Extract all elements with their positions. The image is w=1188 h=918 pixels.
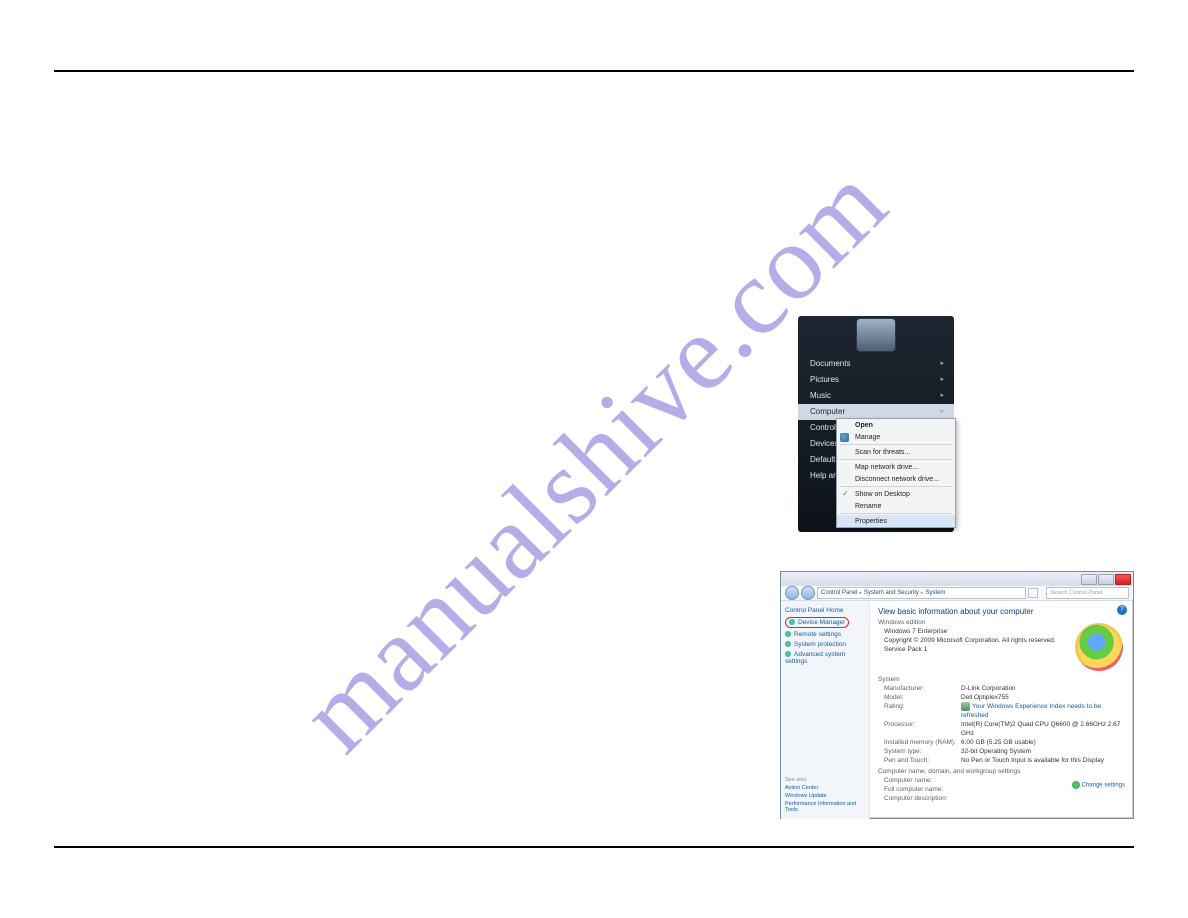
see-also: See also Action Center Windows Update Pe… — [785, 771, 865, 813]
crumb[interactable]: Control Panel — [821, 590, 857, 596]
shield-icon — [840, 433, 849, 442]
start-item-documents[interactable]: Documents ▸ — [798, 356, 954, 372]
ctx-open[interactable]: Open — [837, 419, 955, 431]
manufacturer-value: D-Link Corporation — [961, 684, 1125, 693]
description-label: Computer description: — [884, 794, 958, 803]
chevron-right-icon: ▸ — [940, 406, 944, 418]
ctx-rename[interactable]: Rename — [837, 500, 955, 512]
processor-value: Intel(R) Core(TM)2 Quad CPU Q6600 @ 2.66… — [961, 720, 1125, 738]
forward-button[interactable] — [801, 586, 815, 600]
check-icon: ✓ — [842, 489, 849, 498]
user-avatar — [856, 318, 896, 352]
description-value — [961, 794, 1125, 803]
ctx-map-drive[interactable]: Map network drive... — [837, 461, 955, 473]
rating-text: Your Windows Experience Index needs to b… — [961, 703, 1101, 719]
rating-link[interactable]: Your Windows Experience Index needs to b… — [961, 702, 1125, 720]
device-manager-link[interactable]: Device Manager — [785, 617, 849, 628]
ctx-show-desktop[interactable]: ✓ Show on Desktop — [837, 488, 955, 500]
windows-logo-icon — [1075, 623, 1123, 671]
crumb[interactable]: System and Security — [864, 590, 919, 596]
left-tasks-pane: Control Panel Home Device Manager Remote… — [781, 601, 870, 819]
full-name-label: Full computer name: — [884, 785, 958, 794]
ctx-properties[interactable]: Properties — [837, 515, 955, 527]
close-button[interactable] — [1115, 574, 1131, 585]
ctx-disconnect-drive[interactable]: Disconnect network drive... — [837, 473, 955, 485]
separator — [840, 513, 952, 514]
separator — [840, 486, 952, 487]
system-type-label: System type: — [884, 747, 958, 756]
performance-info-link[interactable]: Performance Information and Tools — [785, 801, 865, 813]
model-value: Dell Optiplex755 — [961, 693, 1125, 702]
bottom-rule — [54, 846, 1134, 848]
main-content: ? View basic information about your comp… — [870, 601, 1133, 819]
monitor-icon — [961, 702, 970, 711]
label: Computer — [810, 406, 845, 418]
search-input[interactable]: Search Control Panel — [1046, 587, 1129, 599]
model-label: Model: — [884, 693, 958, 702]
start-item-music[interactable]: Music ▸ — [798, 388, 954, 404]
breadcrumb-bar[interactable]: Control Panel▸ System and Security▸ Syst… — [817, 587, 1026, 599]
maximize-button[interactable] — [1098, 574, 1114, 585]
ctx-manage[interactable]: Manage — [837, 431, 955, 443]
ram-label: Installed memory (RAM): — [884, 738, 958, 747]
system-heading: System — [878, 676, 1125, 683]
rating-label: Rating: — [884, 702, 958, 720]
ram-value: 6.00 GB (5.25 GB usable) — [961, 738, 1125, 747]
computer-name-label: Computer name: — [884, 776, 958, 785]
processor-label: Processor: — [884, 720, 958, 738]
windows-update-link[interactable]: Windows Update — [785, 793, 865, 799]
label: Manage — [855, 434, 880, 441]
remote-settings-link[interactable]: Remote settings — [785, 631, 865, 638]
page-heading: View basic information about your comput… — [878, 607, 1125, 616]
chevron-right-icon: ▸ — [940, 390, 944, 402]
back-button[interactable] — [785, 586, 799, 600]
separator — [840, 444, 952, 445]
system-protection-link[interactable]: System protection — [785, 641, 865, 648]
refresh-button[interactable] — [1028, 588, 1038, 598]
separator — [840, 459, 952, 460]
titlebar — [781, 572, 1133, 586]
label: Pictures — [810, 374, 839, 386]
chevron-right-icon: ▸ — [940, 374, 944, 386]
control-panel-home-link[interactable]: Control Panel Home — [785, 607, 865, 614]
action-center-link[interactable]: Action Center — [785, 785, 865, 791]
see-also-heading: See also — [785, 777, 806, 783]
help-icon[interactable]: ? — [1117, 605, 1127, 615]
system-window: Control Panel▸ System and Security▸ Syst… — [780, 571, 1134, 819]
crumb[interactable]: System — [925, 590, 945, 596]
label: Show on Desktop — [855, 491, 910, 498]
minimize-button[interactable] — [1081, 574, 1097, 585]
change-settings-link[interactable]: Change settings — [1072, 781, 1125, 789]
cdw-heading: Computer name, domain, and workgroup set… — [878, 768, 1125, 775]
start-item-pictures[interactable]: Pictures ▸ — [798, 372, 954, 388]
system-type-value: 32-bit Operating System — [961, 747, 1125, 756]
ctx-scan[interactable]: Scan for threats... — [837, 446, 955, 458]
pen-touch-value: No Pen or Touch Input is available for t… — [961, 756, 1125, 765]
computer-context-menu: Open Manage Scan for threats... Map netw… — [836, 418, 956, 528]
label: Music — [810, 390, 831, 402]
manufacturer-label: Manufacturer: — [884, 684, 958, 693]
label: Documents — [810, 358, 850, 370]
address-row: Control Panel▸ System and Security▸ Syst… — [781, 586, 1133, 601]
advanced-settings-link[interactable]: Advanced system settings — [785, 651, 865, 665]
chevron-right-icon: ▸ — [940, 358, 944, 370]
pen-touch-label: Pen and Touch: — [884, 756, 958, 765]
top-rule — [54, 70, 1134, 72]
